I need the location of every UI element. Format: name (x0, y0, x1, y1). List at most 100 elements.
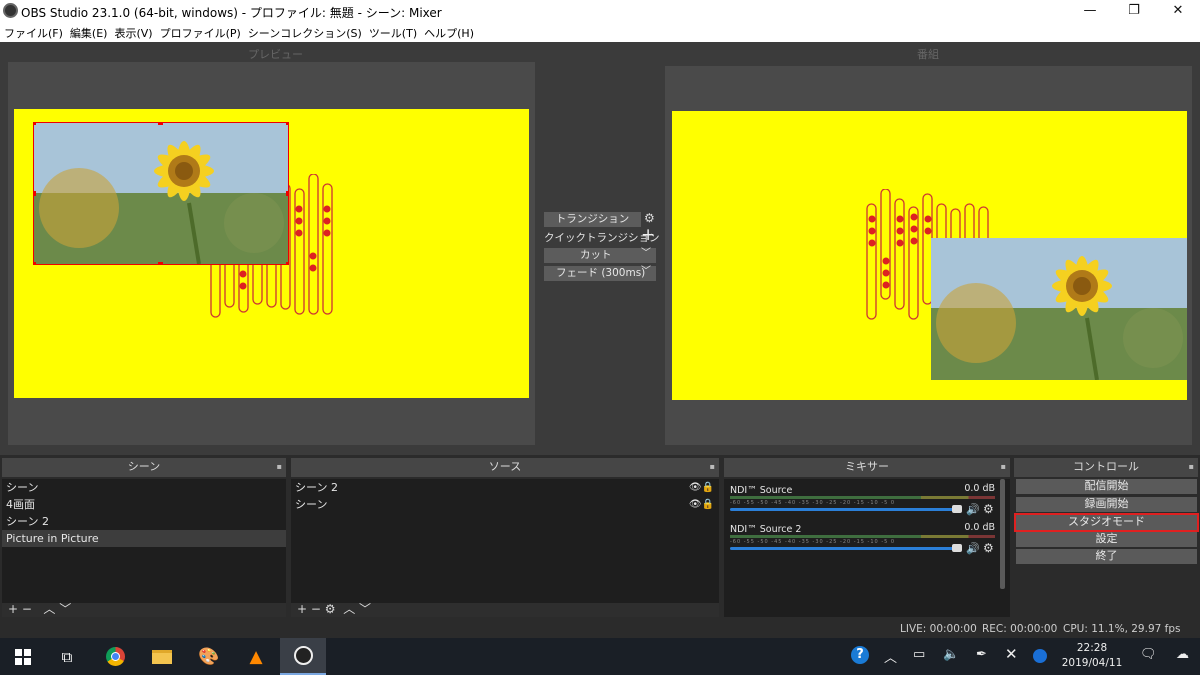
transition-button[interactable]: トランジション (544, 212, 641, 227)
studio-mode-button[interactable]: スタジオモード (1014, 513, 1199, 532)
sources-list[interactable]: シーン 2 👁🔒 シーン 👁🔒 (291, 479, 719, 603)
window-title: OBS Studio 23.1.0 (64-bit, windows) - プロ… (21, 6, 442, 20)
preview-scene[interactable] (14, 109, 529, 398)
channel-name: NDI™ Source (730, 485, 793, 496)
speaker-icon[interactable]: 🔊 (966, 503, 980, 516)
volume-meter (730, 496, 995, 499)
scene-item[interactable]: シーン 2 (2, 513, 286, 530)
mixer-dock-header: ミキサー ▪ (724, 458, 1010, 477)
cut-label: カット (580, 249, 612, 261)
maximize-button[interactable]: ❐ (1112, 0, 1156, 22)
transition-gear-icon[interactable]: ⚙ (644, 211, 655, 225)
scene-item-selected[interactable]: Picture in Picture (2, 530, 286, 547)
gear-icon[interactable]: ⚙ (325, 602, 336, 616)
x-icon[interactable]: ✕ (1005, 645, 1018, 663)
remove-icon[interactable]: − (22, 602, 32, 616)
menu-bar: ファイル(F) 編集(E) 表示(V) プロファイル(P) シーンコレクション(S) ツー… (0, 22, 1200, 42)
remove-icon[interactable]: − (311, 602, 321, 616)
file-explorer-icon[interactable] (139, 638, 185, 675)
scenes-dock-header: シーン ▪ (2, 458, 286, 477)
sources-title: ソース (488, 460, 522, 473)
close-button[interactable]: ✕ (1156, 0, 1200, 22)
start-recording-button[interactable]: 録画開始 (1016, 497, 1197, 512)
minimize-button[interactable]: — (1068, 0, 1112, 22)
windows-taskbar: ⧉ 🎨 ▲ ? ︿ ▭ 🔈 ✒ ✕ 22:28 2019/04/11 🗨 ☁ (0, 638, 1200, 675)
add-icon[interactable]: + (8, 602, 18, 616)
program-label: 番組 (917, 48, 939, 61)
menu-tools[interactable]: ツール(T) (365, 22, 420, 41)
gear-icon[interactable]: ⚙ (983, 502, 994, 516)
source-item[interactable]: シーン 👁🔒 (291, 496, 719, 513)
eye-lock-icons[interactable]: 👁🔒 (689, 496, 714, 513)
mixer-scrollbar[interactable] (1000, 479, 1005, 589)
menu-edit[interactable]: 編集(E) (66, 22, 111, 41)
move-down-icon[interactable]: ﹀ (359, 602, 371, 616)
volume-icon[interactable]: 🔈 (943, 647, 959, 662)
fade-select[interactable]: フェード (300ms) ﹀ (544, 266, 656, 281)
menu-file[interactable]: ファイル(F) (0, 22, 66, 41)
add-quick-transition-icon[interactable]: + (641, 225, 655, 245)
windows-icon (15, 648, 31, 665)
battery-icon[interactable]: ▭ (913, 647, 925, 662)
menu-view[interactable]: 表示(V) (110, 22, 155, 41)
exit-button[interactable]: 終了 (1016, 549, 1197, 564)
scene-item[interactable]: シーン (2, 479, 286, 496)
speaker-icon[interactable]: 🔊 (966, 542, 980, 555)
move-down-icon[interactable]: ﹀ (59, 602, 71, 616)
mixer-dock: ミキサー ▪ NDI™ Source 0.0 dB -60 -55 -50 -45… (724, 458, 1010, 617)
start-button[interactable] (0, 638, 46, 675)
weather-icon[interactable]: ☁ (1176, 647, 1189, 662)
channel-db: 0.0 dB (964, 522, 995, 533)
move-up-icon[interactable]: ︿ (43, 602, 55, 616)
preview-sunflower-image[interactable] (33, 122, 289, 265)
fader-handle[interactable] (952, 544, 962, 552)
task-view-icon[interactable]: ⧉ (44, 638, 90, 675)
sources-dock-header: ソース ▪ (291, 458, 719, 477)
add-icon[interactable]: + (297, 602, 307, 616)
paint-icon[interactable]: 🎨 (186, 638, 232, 675)
sources-dock: ソース ▪ シーン 2 👁🔒 シーン 👁🔒 + − ⚙ ︿ ﹀ (291, 458, 719, 617)
mixer-panel: NDI™ Source 0.0 dB -60 -55 -50 -45 -40 -… (724, 479, 1010, 617)
dock-area: シーン ▪ シーン 4画面 シーン 2 Picture in Picture + … (0, 455, 1200, 620)
eye-lock-icons[interactable]: 👁🔒 (689, 479, 714, 496)
gear-icon[interactable]: ⚙ (983, 541, 994, 555)
scenes-dock: シーン ▪ シーン 4画面 シーン 2 Picture in Picture + … (2, 458, 286, 617)
float-icon[interactable]: ▪ (1001, 458, 1006, 476)
float-icon[interactable]: ▪ (710, 458, 715, 476)
chrome-icon[interactable] (92, 638, 138, 675)
volume-fader[interactable] (730, 547, 956, 550)
live-status: LIVE: 00:00:00 (900, 623, 977, 635)
scenes-list[interactable]: シーン 4画面 シーン 2 Picture in Picture (2, 479, 286, 603)
volume-fader[interactable] (730, 508, 956, 511)
channel-db: 0.0 dB (964, 483, 995, 494)
sunflower-photo (34, 123, 288, 264)
float-icon[interactable]: ▪ (1189, 458, 1194, 476)
preview-label: プレビュー (248, 48, 303, 61)
menu-scene-collection[interactable]: シーンコレクション(S) (244, 22, 365, 41)
program-scene (672, 111, 1187, 400)
source-item[interactable]: シーン 2 👁🔒 (291, 479, 719, 496)
obs-taskbar-icon[interactable] (280, 638, 326, 675)
preview-canvas[interactable] (8, 62, 535, 445)
menu-profile[interactable]: プロファイル(P) (156, 22, 244, 41)
float-icon[interactable]: ▪ (277, 458, 282, 476)
pen-icon[interactable]: ✒ (976, 647, 987, 662)
cut-select[interactable]: カット ﹀ (544, 248, 656, 263)
fader-handle[interactable] (952, 505, 962, 513)
chevron-up-icon[interactable]: ︿ (884, 647, 897, 666)
vlc-icon[interactable]: ▲ (233, 638, 279, 675)
network-icon[interactable] (1033, 649, 1047, 663)
scenes-title: シーン (127, 460, 161, 473)
move-up-icon[interactable]: ︿ (343, 602, 355, 616)
scene-item[interactable]: 4画面 (2, 496, 286, 513)
fade-label: フェード (300ms) (556, 267, 646, 279)
source-name: シーン 2 (295, 481, 338, 494)
help-icon[interactable]: ? (851, 646, 869, 664)
notifications-icon[interactable]: 🗨 (1140, 647, 1157, 662)
clock[interactable]: 22:28 2019/04/11 (1060, 641, 1124, 671)
menu-help[interactable]: ヘルプ(H) (420, 22, 477, 41)
cpu-status: CPU: 11.1%, 29.97 fps (1063, 623, 1181, 635)
settings-button[interactable]: 設定 (1016, 532, 1197, 547)
start-streaming-button[interactable]: 配信開始 (1016, 479, 1197, 494)
clock-date: 2019/04/11 (1061, 657, 1123, 669)
